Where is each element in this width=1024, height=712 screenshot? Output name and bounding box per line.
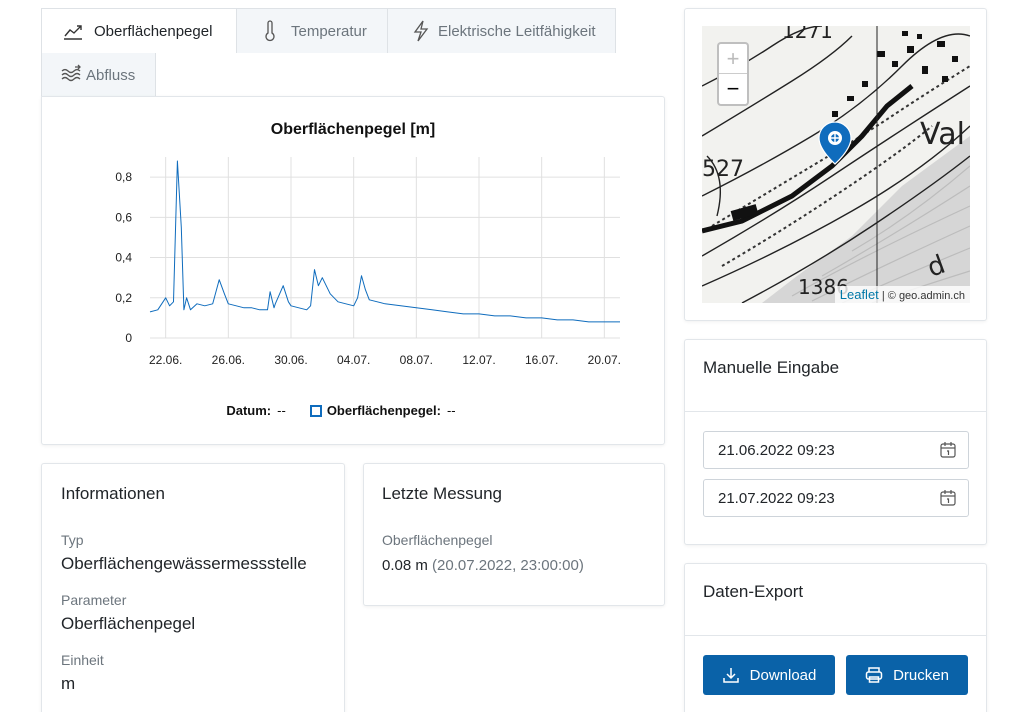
attribution-copyright: © geo.admin.ch xyxy=(887,290,965,302)
download-label: Download xyxy=(749,666,817,684)
chart-legend: Datum: -- Oberflächenpegel: -- xyxy=(42,403,664,418)
x-tick-label: 30.06. xyxy=(274,353,307,367)
leaflet-link[interactable]: Leaflet xyxy=(840,287,879,302)
last-measurement-header: Letzte Messung xyxy=(382,484,503,503)
zoom-in-button[interactable]: + xyxy=(719,44,747,74)
map-attribution: Leaflet | © geo.admin.ch xyxy=(834,286,970,303)
calendar-icon[interactable] xyxy=(939,489,957,507)
data-export-card: Daten-Export Download Drucken xyxy=(684,563,987,712)
map-label: 527 xyxy=(702,157,744,182)
manual-input-card: Manuelle Eingabe 21.06.2022 09:23 21.07.… xyxy=(684,339,987,545)
legend-date-value: -- xyxy=(277,403,286,418)
thermometer-icon xyxy=(259,20,281,42)
tab-abfluss[interactable]: Abfluss xyxy=(41,52,156,97)
y-tick-label: 0,6 xyxy=(115,210,132,224)
y-tick-label: 0 xyxy=(125,331,132,345)
flow-waves-icon xyxy=(60,64,82,86)
information-card: Informationen Typ Oberflächengewässermes… xyxy=(41,463,345,712)
type-value: Oberflächengewässermessstelle xyxy=(61,554,307,573)
y-tick-label: 0,8 xyxy=(115,170,132,184)
unit-label: Einheit xyxy=(61,652,104,668)
unit-value: m xyxy=(61,674,76,693)
attribution-separator: | xyxy=(881,290,885,302)
lightning-icon xyxy=(410,20,432,42)
print-label: Drucken xyxy=(893,666,949,684)
line-chart-icon xyxy=(62,20,84,42)
print-button[interactable]: Drucken xyxy=(846,655,968,695)
last-value: 0.08 m xyxy=(382,557,428,574)
manual-input-header: Manuelle Eingabe xyxy=(685,340,986,412)
information-header: Informationen xyxy=(61,484,165,503)
x-tick-label: 12.07. xyxy=(462,353,495,367)
chart-card: Oberflächenpegel [m] 0 0,2 0,4 0,6 0,8 22.06.… xyxy=(41,96,665,445)
start-date-input[interactable]: 21.06.2022 09:23 xyxy=(703,431,969,469)
water-level-chart[interactable]: 0 0,2 0,4 0,6 0,8 22.06. 26.06. 30.06. 04.07. 08.… xyxy=(42,97,664,444)
x-tick-label: 26.06. xyxy=(212,353,245,367)
map-label: 1271 xyxy=(782,26,833,43)
printer-icon xyxy=(865,667,883,683)
x-tick-label: 04.07. xyxy=(337,353,370,367)
last-measurement-label: Oberflächenpegel xyxy=(382,532,493,548)
last-measurement-card: Letzte Messung Oberflächenpegel 0.08 m (… xyxy=(363,463,665,606)
y-tick-label: 0,2 xyxy=(115,291,132,305)
parameter-value: Oberflächenpegel xyxy=(61,614,196,633)
parameter-label: Parameter xyxy=(61,592,127,608)
legend-swatch[interactable] xyxy=(309,404,322,417)
data-export-header: Daten-Export xyxy=(685,564,986,636)
tab-label: Abfluss xyxy=(86,66,136,84)
location-map[interactable]: 1271 Val 527 1386 d + − Leaflet | © geo.… xyxy=(702,26,970,303)
tab-label: Oberflächenpegel xyxy=(94,22,213,40)
last-measurement-value: 0.08 m (20.07.2022, 23:00:00) xyxy=(382,557,646,574)
end-date-value: 21.07.2022 09:23 xyxy=(718,489,835,507)
calendar-icon[interactable] xyxy=(939,441,957,459)
y-tick-label: 0,4 xyxy=(115,251,132,265)
type-label: Typ xyxy=(61,532,84,548)
zoom-out-button[interactable]: − xyxy=(719,74,747,104)
tab-label: Elektrische Leitfähigkeit xyxy=(438,22,596,40)
start-date-value: 21.06.2022 09:23 xyxy=(718,441,835,459)
legend-series-value: -- xyxy=(446,403,456,418)
tab-temperatur[interactable]: Temperatur xyxy=(236,8,388,53)
tab-elektrische-leitfaehigkeit[interactable]: Elektrische Leitfähigkeit xyxy=(387,8,616,53)
legend-series-label[interactable]: Oberflächenpegel: xyxy=(327,403,441,418)
legend-date-label: Datum: xyxy=(226,403,272,418)
x-tick-label: 08.07. xyxy=(400,353,433,367)
download-button[interactable]: Download xyxy=(703,655,835,695)
end-date-input[interactable]: 21.07.2022 09:23 xyxy=(703,479,969,517)
zoom-control: + − xyxy=(717,42,749,106)
tab-label: Temperatur xyxy=(291,22,367,40)
map-label: Val xyxy=(920,117,965,152)
x-tick-label: 22.06. xyxy=(149,353,182,367)
x-tick-label: 20.07. xyxy=(588,353,621,367)
download-icon xyxy=(722,668,739,683)
last-timestamp: (20.07.2022, 23:00:00) xyxy=(432,557,584,574)
tab-oberflaechenpegel[interactable]: Oberflächenpegel xyxy=(41,8,237,53)
x-tick-label: 16.07. xyxy=(525,353,558,367)
map-card: 1271 Val 527 1386 d + − Leaflet | © geo.… xyxy=(684,8,987,321)
